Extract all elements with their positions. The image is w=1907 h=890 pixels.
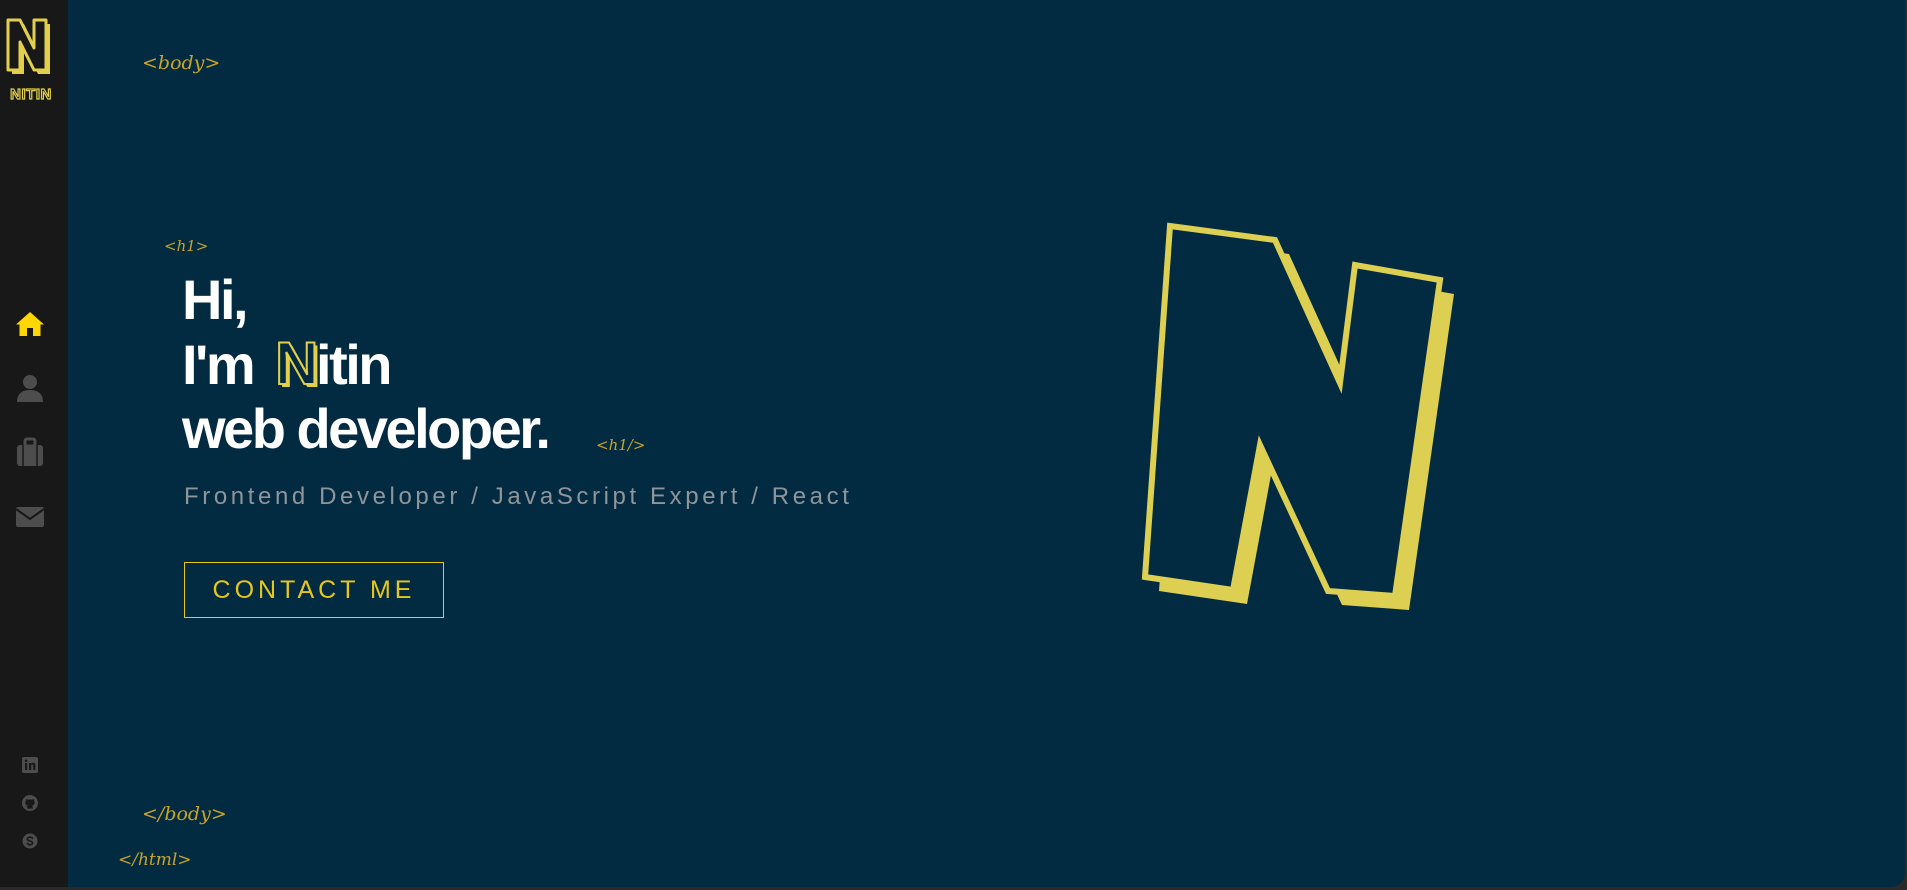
logo[interactable]: NITIN — [4, 16, 58, 108]
html-close-tag: </html> — [118, 850, 192, 870]
hero-heading: Hi, I'm Nitin web developer. — [182, 268, 551, 461]
logo-text: NITIN — [10, 85, 52, 103]
skype-icon — [22, 833, 38, 849]
big-n-icon — [1141, 222, 1454, 610]
app-window: NITIN <body> <h1> Hi, I'm Nitin web deve… — [0, 0, 1905, 887]
intro-text: I'm — [182, 333, 256, 396]
greeting-line: Hi, — [182, 268, 249, 331]
h1-open-tag: <h1> — [164, 237, 209, 255]
name-initial-logo: N — [274, 330, 319, 397]
sidebar: NITIN — [0, 0, 68, 887]
h1-close-tag: <h1/> — [596, 436, 646, 454]
user-icon — [17, 375, 43, 402]
hero-subtitle: Frontend Developer / JavaScript Expert /… — [184, 483, 853, 510]
role-line: web developer. — [182, 397, 551, 460]
home-icon — [16, 312, 44, 336]
name-rest: itin — [316, 333, 392, 396]
github-link[interactable] — [22, 795, 38, 811]
briefcase-icon — [17, 437, 43, 466]
body-close-tag: </body> — [142, 803, 227, 825]
intro-line: I'm Nitin — [182, 330, 549, 397]
contact-me-button[interactable]: CONTACT ME — [184, 562, 444, 618]
envelope-icon — [15, 507, 45, 527]
nav-about[interactable] — [14, 372, 46, 404]
nav-home[interactable] — [14, 308, 46, 340]
body-open-tag: <body> — [142, 52, 221, 74]
hero-logo-graphic — [1135, 220, 1465, 620]
nav-contact[interactable] — [14, 500, 46, 532]
linkedin-icon — [22, 757, 38, 773]
nav-skills[interactable] — [14, 436, 46, 468]
skype-link[interactable] — [22, 833, 38, 849]
github-icon — [22, 795, 38, 811]
linkedin-link[interactable] — [22, 757, 38, 773]
logo-n-icon — [6, 18, 50, 74]
